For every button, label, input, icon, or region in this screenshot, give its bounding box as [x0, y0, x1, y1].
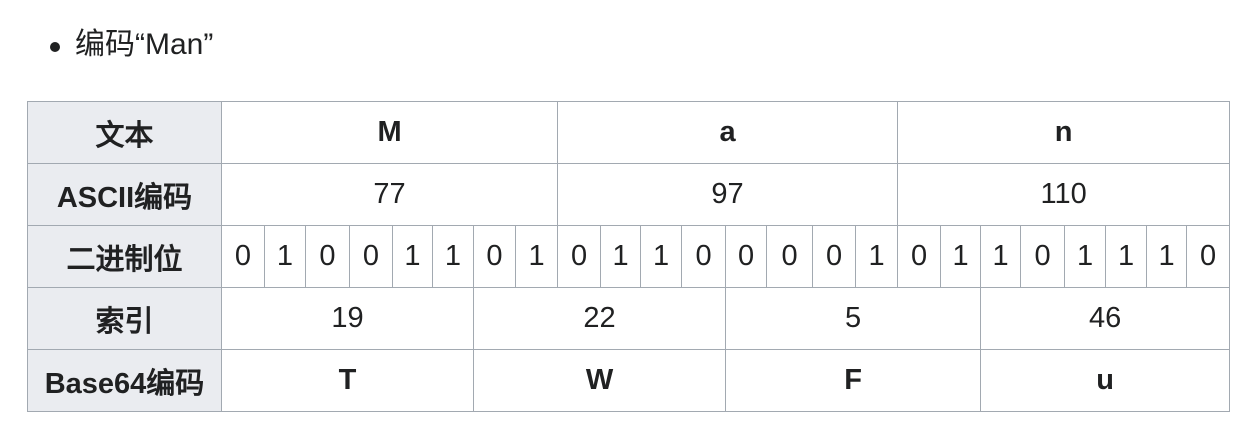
base64-encoding-table: 文本 M a n ASCII编码 77 97 110 二进制位 0 1 0 0 …: [27, 101, 1231, 412]
ascii-code-cell: 110: [897, 163, 1231, 226]
row-header-base64: Base64编码: [27, 349, 222, 412]
ascii-code-cell: 97: [557, 163, 899, 226]
base64-char-cell: F: [725, 349, 982, 412]
bit-cell: 0: [1186, 225, 1231, 288]
bit-cell: 0: [305, 225, 350, 288]
index-cell: 22: [472, 287, 727, 350]
base64-char-cell: W: [472, 349, 727, 412]
bullet-text: 编码“Man”: [75, 28, 214, 61]
bit-cell: 0: [557, 225, 602, 288]
bit-cell: 0: [473, 225, 516, 288]
text-char-cell: a: [557, 101, 899, 164]
index-cell: 46: [980, 287, 1231, 350]
bit-cell: 1: [432, 225, 474, 288]
text-char-cell: n: [897, 101, 1231, 164]
row-index: 索引 19 22 5 46: [27, 287, 1231, 350]
bit-cell: 0: [766, 225, 814, 288]
row-header-index: 索引: [27, 287, 222, 350]
bit-cell: 1: [600, 225, 642, 288]
row-ascii: ASCII编码 77 97 110: [27, 163, 1231, 226]
row-text: 文本 M a n: [27, 101, 1231, 164]
index-cell: 5: [725, 287, 982, 350]
row-bits: 二进制位 0 1 0 0 1 1 0 1 0 1 1 0 0 0 0 1 0 1…: [27, 225, 1231, 288]
row-header-bits: 二进制位: [27, 225, 222, 288]
bit-cell: 0: [681, 225, 727, 288]
bit-cell: 1: [1064, 225, 1107, 288]
bullet-list: 编码“Man”: [0, 22, 213, 68]
bit-cell: 0: [725, 225, 768, 288]
bullet-dot-icon: [50, 42, 60, 52]
bit-cell: 1: [640, 225, 683, 288]
bit-cell: 0: [897, 225, 942, 288]
bit-cell: 1: [1105, 225, 1148, 288]
bit-cell: 1: [940, 225, 982, 288]
bit-cell: 1: [980, 225, 1022, 288]
bullet-item: 编码“Man”: [0, 22, 213, 68]
bit-cell: 0: [812, 225, 857, 288]
index-cell: 19: [221, 287, 474, 350]
row-header-text: 文本: [27, 101, 222, 164]
bit-cell: 0: [221, 225, 265, 288]
bit-cell: 0: [349, 225, 393, 288]
bit-cell: 1: [855, 225, 899, 288]
row-header-ascii: ASCII编码: [27, 163, 222, 226]
text-char-cell: M: [220, 101, 559, 164]
bit-cell: 1: [514, 225, 559, 288]
bit-cell: 1: [392, 225, 433, 288]
base64-char-cell: u: [980, 349, 1231, 412]
bit-cell: 0: [1020, 225, 1066, 288]
ascii-code-cell: 77: [220, 163, 559, 226]
bit-cell: 1: [1146, 225, 1188, 288]
row-base64: Base64编码 T W F u: [27, 349, 1231, 412]
base64-char-cell: T: [221, 349, 474, 412]
bit-cell: 1: [264, 225, 306, 288]
